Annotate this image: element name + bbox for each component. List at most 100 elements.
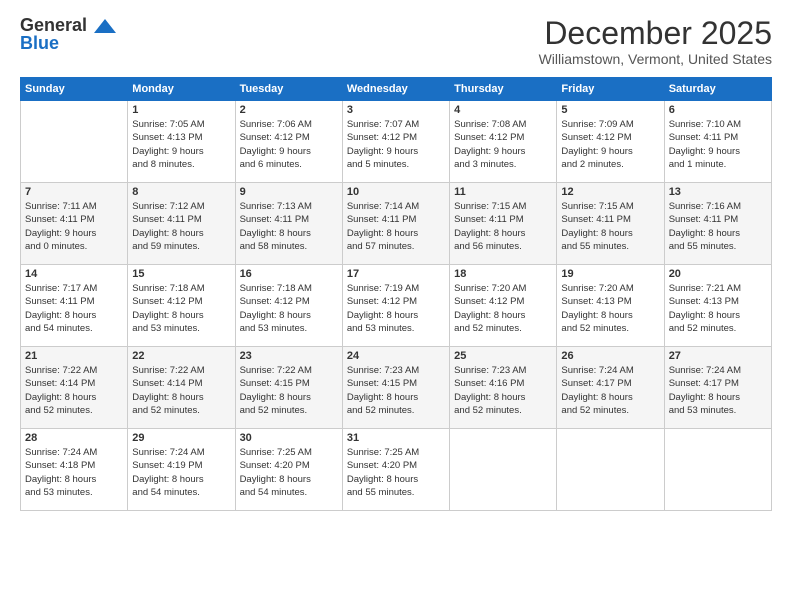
day-info: Sunrise: 7:19 AM Sunset: 4:12 PM Dayligh… xyxy=(347,282,445,335)
day-number: 13 xyxy=(669,186,767,198)
day-cell: 5 Sunrise: 7:09 AM Sunset: 4:12 PM Daylig… xyxy=(557,101,664,183)
day-number: 5 xyxy=(561,104,659,116)
day-cell: 26 Sunrise: 7:24 AM Sunset: 4:17 PM Dayli… xyxy=(557,347,664,429)
day-info: Sunrise: 7:25 AM Sunset: 4:20 PM Dayligh… xyxy=(347,446,445,499)
day-info: Sunrise: 7:12 AM Sunset: 4:11 PM Dayligh… xyxy=(132,200,230,253)
logo-icon xyxy=(94,19,116,33)
header-wednesday: Wednesday xyxy=(342,78,449,101)
day-number: 26 xyxy=(561,350,659,362)
day-cell: 22 Sunrise: 7:22 AM Sunset: 4:14 PM Dayli… xyxy=(128,347,235,429)
day-cell: 25 Sunrise: 7:23 AM Sunset: 4:16 PM Dayli… xyxy=(450,347,557,429)
day-info: Sunrise: 7:21 AM Sunset: 4:13 PM Dayligh… xyxy=(669,282,767,335)
day-number: 6 xyxy=(669,104,767,116)
day-info: Sunrise: 7:07 AM Sunset: 4:12 PM Dayligh… xyxy=(347,118,445,171)
location: Williamstown, Vermont, United States xyxy=(539,51,772,67)
day-number: 14 xyxy=(25,268,123,280)
day-info: Sunrise: 7:09 AM Sunset: 4:12 PM Dayligh… xyxy=(561,118,659,171)
header-saturday: Saturday xyxy=(664,78,771,101)
day-info: Sunrise: 7:17 AM Sunset: 4:11 PM Dayligh… xyxy=(25,282,123,335)
day-number: 28 xyxy=(25,432,123,444)
day-number: 18 xyxy=(454,268,552,280)
day-cell: 7Sunrise: 7:11 AM Sunset: 4:11 PM Daylig… xyxy=(21,183,128,265)
day-cell xyxy=(21,101,128,183)
logo-blue: Blue xyxy=(20,34,59,52)
day-info: Sunrise: 7:15 AM Sunset: 4:11 PM Dayligh… xyxy=(561,200,659,253)
day-info: Sunrise: 7:23 AM Sunset: 4:16 PM Dayligh… xyxy=(454,364,552,417)
day-cell xyxy=(664,429,771,511)
day-cell: 8 Sunrise: 7:12 AM Sunset: 4:11 PM Daylig… xyxy=(128,183,235,265)
day-info: Sunrise: 7:20 AM Sunset: 4:13 PM Dayligh… xyxy=(561,282,659,335)
calendar-table: SundayMondayTuesdayWednesdayThursdayFrid… xyxy=(20,77,772,511)
day-info: Sunrise: 7:24 AM Sunset: 4:17 PM Dayligh… xyxy=(669,364,767,417)
day-number: 20 xyxy=(669,268,767,280)
day-number: 12 xyxy=(561,186,659,198)
header-sunday: Sunday xyxy=(21,78,128,101)
day-number: 3 xyxy=(347,104,445,116)
week-row-0: 1 Sunrise: 7:05 AM Sunset: 4:13 PM Daylig… xyxy=(21,101,772,183)
day-cell: 20 Sunrise: 7:21 AM Sunset: 4:13 PM Dayli… xyxy=(664,265,771,347)
calendar-header-row: SundayMondayTuesdayWednesdayThursdayFrid… xyxy=(21,78,772,101)
day-info: Sunrise: 7:06 AM Sunset: 4:12 PM Dayligh… xyxy=(240,118,338,171)
day-cell: 16 Sunrise: 7:18 AM Sunset: 4:12 PM Dayli… xyxy=(235,265,342,347)
day-number: 16 xyxy=(240,268,338,280)
week-row-2: 14 Sunrise: 7:17 AM Sunset: 4:11 PM Dayli… xyxy=(21,265,772,347)
day-number: 4 xyxy=(454,104,552,116)
day-number: 29 xyxy=(132,432,230,444)
day-number: 30 xyxy=(240,432,338,444)
day-info: Sunrise: 7:24 AM Sunset: 4:19 PM Dayligh… xyxy=(132,446,230,499)
day-info: Sunrise: 7:18 AM Sunset: 4:12 PM Dayligh… xyxy=(240,282,338,335)
day-number: 17 xyxy=(347,268,445,280)
month-title: December 2025 xyxy=(539,16,772,51)
day-info: Sunrise: 7:05 AM Sunset: 4:13 PM Dayligh… xyxy=(132,118,230,171)
day-number: 9 xyxy=(240,186,338,198)
header-thursday: Thursday xyxy=(450,78,557,101)
day-cell: 18Sunrise: 7:20 AM Sunset: 4:12 PM Dayli… xyxy=(450,265,557,347)
week-row-3: 21 Sunrise: 7:22 AM Sunset: 4:14 PM Dayli… xyxy=(21,347,772,429)
week-row-4: 28 Sunrise: 7:24 AM Sunset: 4:18 PM Dayli… xyxy=(21,429,772,511)
day-info: Sunrise: 7:10 AM Sunset: 4:11 PM Dayligh… xyxy=(669,118,767,171)
day-cell: 12 Sunrise: 7:15 AM Sunset: 4:11 PM Dayli… xyxy=(557,183,664,265)
day-cell: 17 Sunrise: 7:19 AM Sunset: 4:12 PM Dayli… xyxy=(342,265,449,347)
page: General Blue December 2025 Williamstown,… xyxy=(0,0,792,612)
header-monday: Monday xyxy=(128,78,235,101)
day-number: 1 xyxy=(132,104,230,116)
day-cell: 15 Sunrise: 7:18 AM Sunset: 4:12 PM Dayli… xyxy=(128,265,235,347)
day-info: Sunrise: 7:25 AM Sunset: 4:20 PM Dayligh… xyxy=(240,446,338,499)
day-number: 10 xyxy=(347,186,445,198)
day-number: 11 xyxy=(454,186,552,198)
day-cell: 23Sunrise: 7:22 AM Sunset: 4:15 PM Dayli… xyxy=(235,347,342,429)
day-cell xyxy=(557,429,664,511)
day-cell: 11Sunrise: 7:15 AM Sunset: 4:11 PM Dayli… xyxy=(450,183,557,265)
day-cell: 28 Sunrise: 7:24 AM Sunset: 4:18 PM Dayli… xyxy=(21,429,128,511)
day-info: Sunrise: 7:24 AM Sunset: 4:17 PM Dayligh… xyxy=(561,364,659,417)
day-number: 31 xyxy=(347,432,445,444)
day-info: Sunrise: 7:18 AM Sunset: 4:12 PM Dayligh… xyxy=(132,282,230,335)
day-cell: 9Sunrise: 7:13 AM Sunset: 4:11 PM Daylig… xyxy=(235,183,342,265)
day-cell: 19 Sunrise: 7:20 AM Sunset: 4:13 PM Dayli… xyxy=(557,265,664,347)
day-cell: 31 Sunrise: 7:25 AM Sunset: 4:20 PM Dayli… xyxy=(342,429,449,511)
day-cell: 4 Sunrise: 7:08 AM Sunset: 4:12 PM Daylig… xyxy=(450,101,557,183)
day-number: 21 xyxy=(25,350,123,362)
day-number: 22 xyxy=(132,350,230,362)
day-number: 27 xyxy=(669,350,767,362)
day-number: 23 xyxy=(240,350,338,362)
day-cell: 3 Sunrise: 7:07 AM Sunset: 4:12 PM Daylig… xyxy=(342,101,449,183)
day-cell: 13 Sunrise: 7:16 AM Sunset: 4:11 PM Dayli… xyxy=(664,183,771,265)
logo: General Blue xyxy=(20,16,116,52)
day-info: Sunrise: 7:24 AM Sunset: 4:18 PM Dayligh… xyxy=(25,446,123,499)
week-row-1: 7Sunrise: 7:11 AM Sunset: 4:11 PM Daylig… xyxy=(21,183,772,265)
day-number: 24 xyxy=(347,350,445,362)
day-number: 8 xyxy=(132,186,230,198)
day-number: 19 xyxy=(561,268,659,280)
day-info: Sunrise: 7:22 AM Sunset: 4:14 PM Dayligh… xyxy=(25,364,123,417)
day-info: Sunrise: 7:08 AM Sunset: 4:12 PM Dayligh… xyxy=(454,118,552,171)
header-tuesday: Tuesday xyxy=(235,78,342,101)
day-cell: 24Sunrise: 7:23 AM Sunset: 4:15 PM Dayli… xyxy=(342,347,449,429)
day-info: Sunrise: 7:16 AM Sunset: 4:11 PM Dayligh… xyxy=(669,200,767,253)
day-number: 15 xyxy=(132,268,230,280)
day-cell xyxy=(450,429,557,511)
day-number: 25 xyxy=(454,350,552,362)
day-info: Sunrise: 7:22 AM Sunset: 4:14 PM Dayligh… xyxy=(132,364,230,417)
day-cell: 6 Sunrise: 7:10 AM Sunset: 4:11 PM Daylig… xyxy=(664,101,771,183)
title-section: December 2025 Williamstown, Vermont, Uni… xyxy=(539,16,772,67)
